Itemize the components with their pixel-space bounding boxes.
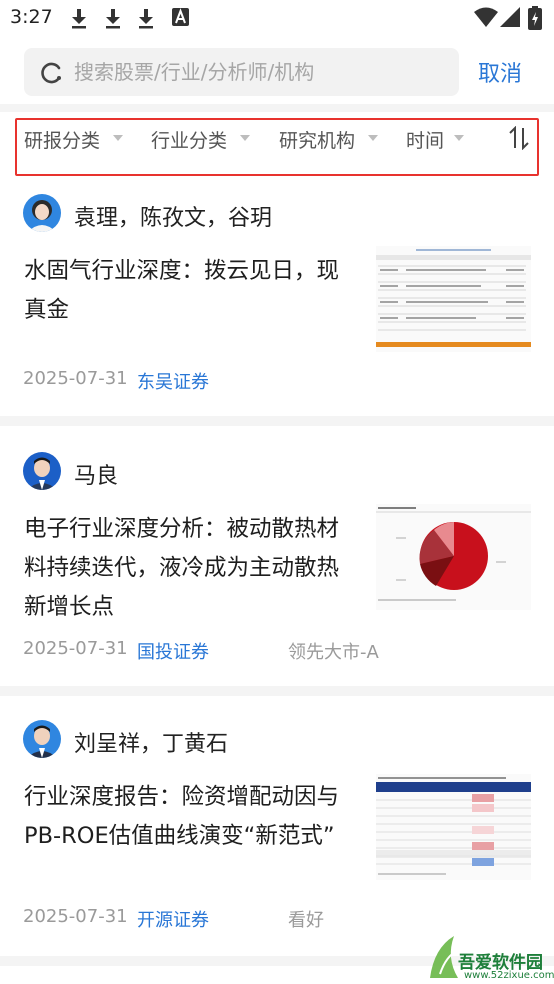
report-title[interactable]: 行业深度报告：险资增配动因与PB-ROE估值曲线演变“新范式” [24,778,354,856]
sort-icon[interactable] [507,126,533,150]
status-bar: 3:27 [0,0,554,36]
search-icon [41,62,61,84]
avatar [23,720,61,758]
filter-institution[interactable]: 研究机构 [279,126,355,153]
author-names: 马良 [74,464,119,489]
watermark-url: www.52zixue.com [464,970,554,981]
filter-bar: 研报分类 行业分类 研究机构 时间 [15,118,539,176]
battery-icon [528,6,542,30]
report-date: 2025-07-31 [23,906,128,927]
filter-report-category[interactable]: 研报分类 [24,126,100,153]
report-date: 2025-07-31 [23,368,128,389]
report-institution[interactable]: 东吴证券 [137,368,209,394]
report-card[interactable]: 袁理，陈孜文，谷玥 水固气行业深度：拨云见日，现真金 2025-07-31 东吴… [0,180,554,416]
download-icon [72,9,86,29]
status-time: 3:27 [10,6,53,28]
signal-icon [500,7,520,27]
divider [0,686,554,696]
report-institution[interactable]: 开源证券 [137,906,209,932]
report-thumbnail [376,774,531,880]
avatar [23,452,61,490]
download-icon [139,9,153,29]
cancel-button[interactable]: 取消 [478,56,522,88]
report-card[interactable]: 马良 电子行业深度分析：被动散热材料持续迭代，液冷成为主动散热新增长点 2025… [0,426,554,686]
report-rating: 领先大市-A [288,642,379,663]
filter-industry[interactable]: 行业分类 [151,126,227,153]
search-box[interactable] [24,48,459,96]
chevron-down-icon [454,135,464,141]
report-thumbnail [376,504,531,610]
search-input[interactable] [74,48,444,96]
report-date: 2025-07-31 [23,638,128,659]
report-rating: 看好 [288,910,324,931]
divider [0,104,554,112]
filter-time[interactable]: 时间 [406,126,444,153]
download-icon [106,9,120,29]
report-institution[interactable]: 国投证券 [137,638,209,664]
chevron-down-icon [240,135,250,141]
wifi-icon [474,7,498,27]
divider [0,416,554,426]
report-thumbnail [376,246,531,352]
chevron-down-icon [113,135,123,141]
report-title[interactable]: 水固气行业深度：拨云见日，现真金 [24,252,354,330]
author-names: 袁理，陈孜文，谷玥 [74,206,273,231]
a-icon [172,8,189,26]
avatar [23,194,61,232]
chevron-down-icon [368,135,378,141]
report-title[interactable]: 电子行业深度分析：被动散热材料持续迭代，液冷成为主动散热新增长点 [24,510,354,627]
author-names: 刘呈祥，丁黄石 [74,732,229,757]
report-card[interactable]: 刘呈祥，丁黄石 行业深度报告：险资增配动因与PB-ROE估值曲线演变“新范式” … [0,696,554,956]
